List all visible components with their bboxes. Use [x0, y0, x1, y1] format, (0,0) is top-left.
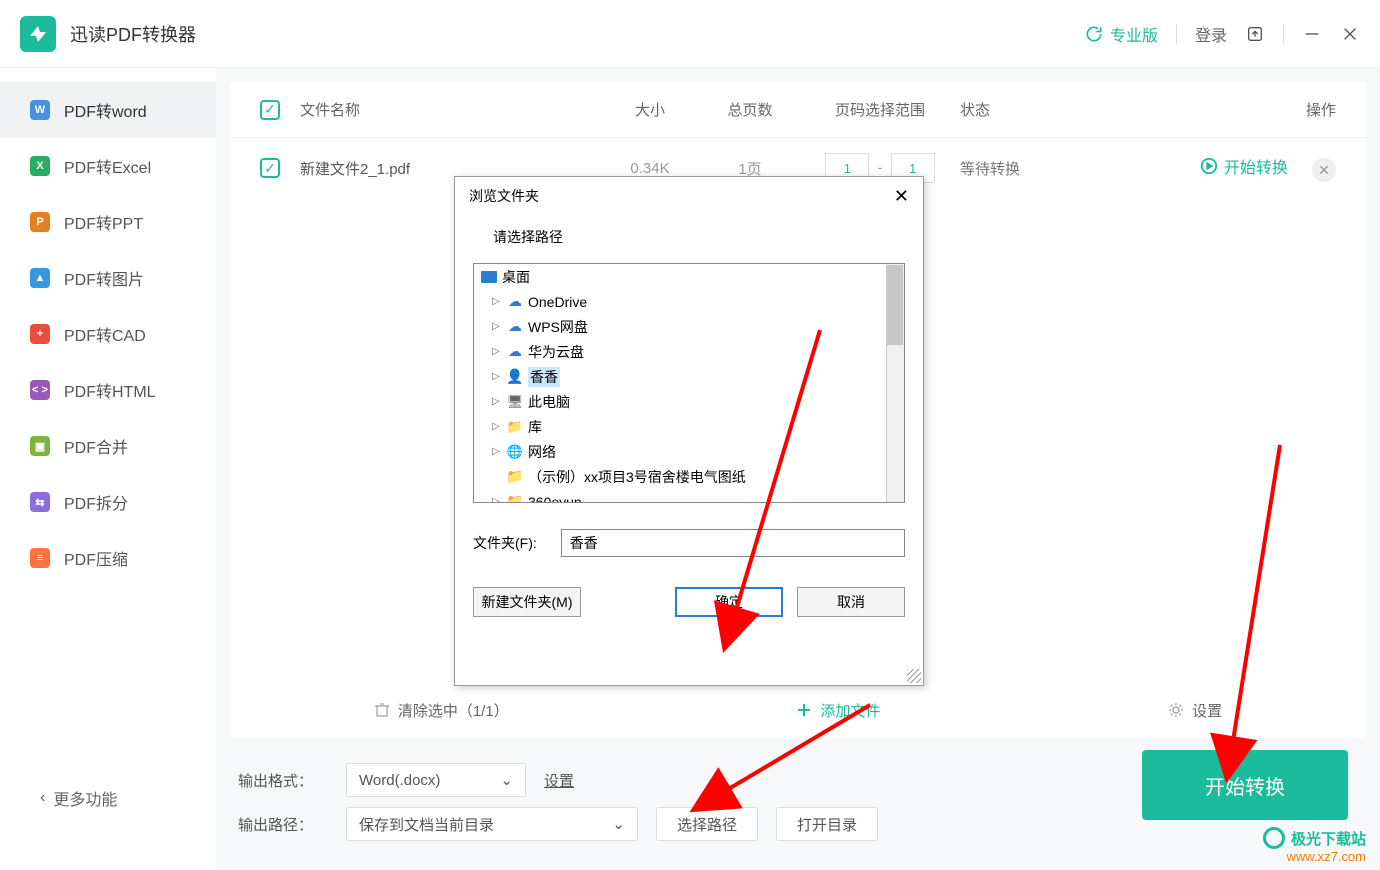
start-convert-button[interactable]: 开始转换	[1142, 750, 1348, 820]
word-icon: W	[30, 100, 50, 120]
chevron-down-icon: ⌄	[612, 815, 625, 833]
ppt-icon: P	[30, 212, 50, 232]
output-path-label: 输出路径：	[238, 814, 328, 835]
folder-field-label: 文件夹(F):	[473, 533, 537, 553]
more-functions[interactable]: ‹更多功能	[40, 786, 117, 810]
file-status: 等待转换	[960, 158, 1100, 179]
tree-item[interactable]: ▷📁库	[474, 414, 904, 439]
tree-item[interactable]: ▷🖥此电脑	[474, 389, 904, 414]
sidebar-item-pdf-split[interactable]: ⇆PDF拆分	[0, 474, 216, 530]
sidebar-item-pdf-excel[interactable]: XPDF转Excel	[0, 138, 216, 194]
login-link[interactable]: 登录	[1195, 22, 1227, 46]
watermark: 极光下载站 www.xz7.com	[1263, 827, 1366, 864]
dialog-subtitle: 请选择路径	[455, 215, 923, 255]
tree-item[interactable]: ▷☁WPS网盘	[474, 314, 904, 339]
sidebar-item-pdf-cad[interactable]: +PDF转CAD	[0, 306, 216, 362]
output-path-select[interactable]: 保存到文档当前目录 ⌄	[346, 807, 638, 841]
settings[interactable]: 设置	[1168, 700, 1222, 721]
minimize-icon[interactable]	[1302, 24, 1322, 44]
refresh-icon	[1084, 24, 1104, 44]
tree-item[interactable]: 📁（示例）xx项目3号宿舍楼电气图纸	[474, 464, 904, 489]
html-icon: < >	[30, 380, 50, 400]
row-checkbox[interactable]: ✓	[260, 158, 280, 178]
open-dir-button[interactable]: 打开目录	[776, 807, 878, 841]
cad-icon: +	[30, 324, 50, 344]
app-title: 迅读PDF转换器	[70, 21, 196, 47]
remove-row-button[interactable]: ✕	[1312, 158, 1336, 182]
split-icon: ⇆	[30, 492, 50, 512]
header-size: 大小	[600, 99, 700, 120]
gear-icon	[1168, 702, 1184, 718]
header-status: 状态	[960, 99, 1100, 120]
start-convert-link[interactable]: 开始转换	[1200, 154, 1288, 178]
sidebar-item-pdf-image[interactable]: ▲PDF转图片	[0, 250, 216, 306]
play-icon	[1200, 157, 1218, 175]
tree-item[interactable]: ▷☁华为云盘	[474, 339, 904, 364]
resize-grip[interactable]	[907, 669, 921, 683]
new-folder-button[interactable]: 新建文件夹(M)	[473, 587, 581, 617]
browse-folder-dialog: 浏览文件夹 ✕ 请选择路径 桌面▷☁OneDrive▷☁WPS网盘▷☁华为云盘▷…	[454, 176, 924, 686]
image-icon: ▲	[30, 268, 50, 288]
ok-button[interactable]: 确定	[675, 587, 783, 617]
scrollbar[interactable]	[886, 264, 904, 502]
dialog-titlebar: 浏览文件夹 ✕	[455, 177, 923, 215]
sidebar-item-pdf-word[interactable]: WPDF转word	[0, 82, 216, 138]
compress-icon: ≡	[30, 548, 50, 568]
file-size: 0.34K	[600, 160, 700, 177]
clear-selected[interactable]: 清除选中（1/1）	[374, 700, 509, 721]
header-range: 页码选择范围	[800, 99, 960, 120]
close-icon[interactable]: ✕	[894, 186, 909, 207]
titlebar: 迅读PDF转换器 专业版 登录	[0, 0, 1380, 68]
tree-item[interactable]: ▷🌐网络	[474, 439, 904, 464]
clear-icon	[374, 702, 390, 718]
select-all-checkbox[interactable]: ✓	[260, 100, 280, 120]
chevron-down-icon: ⌄	[500, 771, 513, 789]
tree-item[interactable]: ▷👤香香	[474, 364, 904, 389]
logo-icon	[1263, 827, 1285, 849]
header-pages: 总页数	[700, 99, 800, 120]
output-settings-link[interactable]: 设置	[544, 770, 574, 791]
plus-icon	[796, 702, 812, 718]
tree-item[interactable]: ▷📁360eyun	[474, 489, 904, 503]
add-file[interactable]: 添加文件	[796, 700, 880, 721]
chevron-left-icon: ‹	[40, 789, 45, 807]
panel-footer: 清除选中（1/1） 添加文件 设置	[230, 682, 1366, 738]
tree-item[interactable]: 桌面	[474, 264, 904, 289]
folder-tree[interactable]: 桌面▷☁OneDrive▷☁WPS网盘▷☁华为云盘▷👤香香▷🖥此电脑▷📁库▷🌐网…	[473, 263, 905, 503]
sidebar-item-pdf-ppt[interactable]: PPDF转PPT	[0, 194, 216, 250]
cancel-button[interactable]: 取消	[797, 587, 905, 617]
header-name: 文件名称	[300, 99, 600, 120]
folder-name-input[interactable]	[561, 529, 905, 557]
output-format-select[interactable]: Word(.docx) ⌄	[346, 763, 526, 797]
table-header: ✓ 文件名称 大小 总页数 页码选择范围 状态 操作	[230, 82, 1366, 138]
sidebar-item-pdf-merge[interactable]: ▣PDF合并	[0, 418, 216, 474]
sidebar-item-pdf-compress[interactable]: ≡PDF压缩	[0, 530, 216, 586]
divider	[1176, 24, 1177, 44]
header-action: 操作	[1100, 99, 1336, 120]
tree-item[interactable]: ▷☁OneDrive	[474, 289, 904, 314]
choose-path-button[interactable]: 选择路径	[656, 807, 758, 841]
app-logo	[20, 16, 56, 52]
pro-badge[interactable]: 专业版	[1084, 22, 1158, 46]
sidebar-item-pdf-html[interactable]: < >PDF转HTML	[0, 362, 216, 418]
merge-icon: ▣	[30, 436, 50, 456]
excel-icon: X	[30, 156, 50, 176]
output-format-label: 输出格式：	[238, 770, 328, 791]
close-icon[interactable]	[1340, 24, 1360, 44]
divider	[1283, 24, 1284, 44]
export-icon[interactable]	[1245, 24, 1265, 44]
sidebar: WPDF转word XPDF转Excel PPDF转PPT ▲PDF转图片 +P…	[0, 68, 216, 870]
